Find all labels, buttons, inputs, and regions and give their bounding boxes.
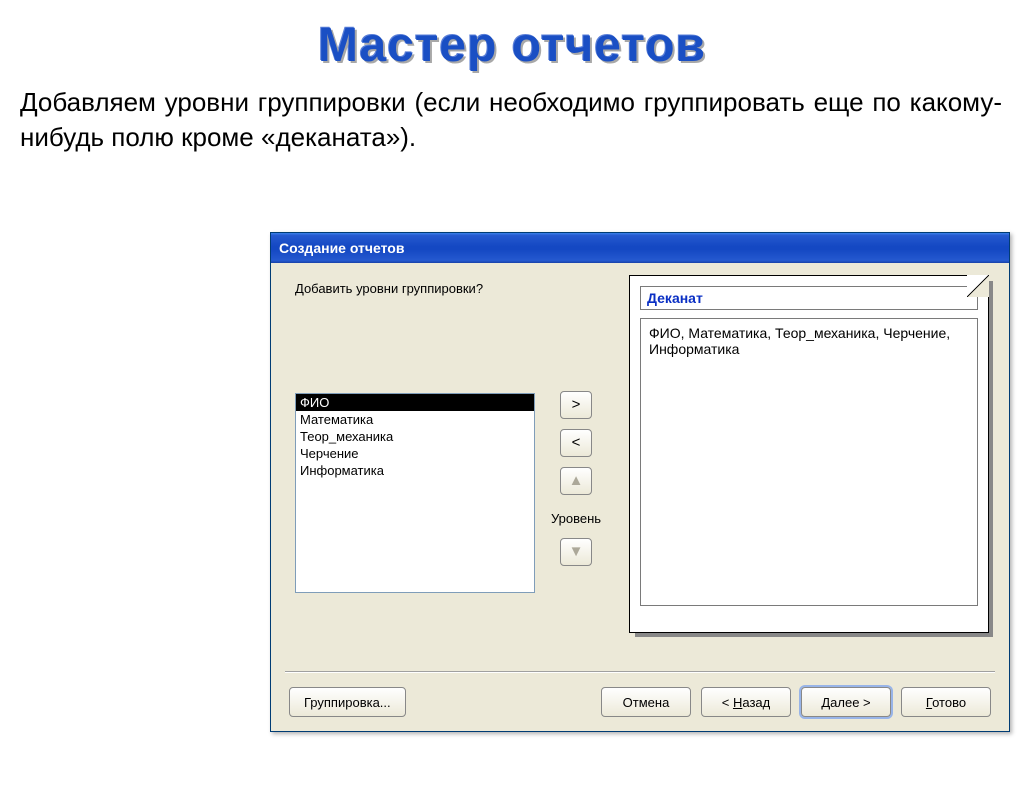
separator — [285, 671, 995, 673]
add-level-button[interactable]: > — [560, 391, 592, 419]
grouping-options-button[interactable]: Группировка... — [289, 687, 406, 717]
dialog-body: Добавить уровни группировки? ФИОМатемати… — [271, 263, 1009, 731]
dialog-footer: Группировка... Отмена < Назад Далее > Го… — [289, 687, 991, 717]
field-item[interactable]: Математика — [296, 411, 534, 428]
preview-fields-box: ФИО, Математика, Теор_механика, Черчение… — [640, 318, 978, 606]
level-up-button[interactable]: ▲ — [560, 467, 592, 495]
preview-page: Деканат ФИО, Математика, Теор_механика, … — [629, 275, 989, 633]
field-item[interactable]: Теор_механика — [296, 428, 534, 445]
level-down-button[interactable]: ▼ — [560, 538, 592, 566]
field-item[interactable]: Черчение — [296, 445, 534, 462]
available-fields-list[interactable]: ФИОМатематикаТеор_механикаЧерчениеИнформ… — [295, 393, 535, 593]
next-mnemonic: Д — [821, 695, 830, 710]
cancel-button[interactable]: Отмена — [601, 687, 691, 717]
report-preview: Деканат ФИО, Математика, Теор_механика, … — [629, 275, 989, 633]
remove-level-button[interactable]: < — [560, 429, 592, 457]
report-wizard-dialog: Создание отчетов Добавить уровни группир… — [270, 232, 1010, 732]
back-rest: азад — [742, 695, 770, 710]
dialog-titlebar: Создание отчетов — [271, 233, 1009, 263]
dialog-title: Создание отчетов — [279, 240, 404, 256]
preview-group-header: Деканат — [640, 286, 978, 310]
slide-title: Мастер отчетов — [0, 18, 1024, 73]
finish-rest: отово — [932, 695, 966, 710]
back-mnemonic: Н — [733, 695, 742, 710]
slide-description: Добавляем уровни группировки (если необх… — [0, 85, 1024, 155]
back-button[interactable]: < Назад — [701, 687, 791, 717]
level-label: Уровень — [546, 511, 606, 526]
field-item[interactable]: ФИО — [296, 394, 534, 411]
next-button[interactable]: Далее > — [801, 687, 891, 717]
field-item[interactable]: Информатика — [296, 462, 534, 479]
finish-button[interactable]: Готово — [901, 687, 991, 717]
back-prefix: < — [722, 695, 733, 710]
move-buttons-column: > < ▲ Уровень ▼ — [551, 391, 601, 566]
next-rest: алее > — [830, 695, 870, 710]
